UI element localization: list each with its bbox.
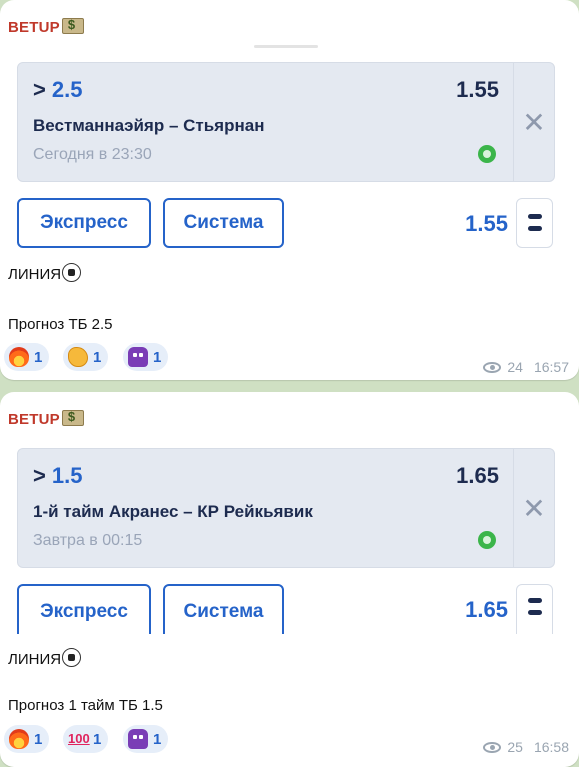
reaction-hundred[interactable]: 100 1 [63, 725, 109, 753]
selection-prefix: > [33, 463, 46, 488]
hundred-points-icon: 100 [68, 731, 90, 746]
bet-coefficient: 1.55 [456, 77, 499, 102]
forecast-text: Прогноз ТБ 2.5 [8, 316, 113, 333]
sender-label: BETUP [8, 19, 60, 36]
view-count: 24 [507, 359, 523, 375]
message-bubble: BETUP >1.5 1.65 1-й тайм Акранес – КР Ре… [0, 392, 579, 767]
selection-value: 2.5 [51, 77, 83, 102]
soccer-ball-icon [62, 648, 82, 667]
toggle-bar-icon [528, 610, 542, 615]
line-label: ЛИНИЯ [8, 648, 82, 668]
message-meta: 25 16:58 [483, 739, 569, 755]
reaction-count: 1 [93, 730, 102, 748]
reaction-invader[interactable]: 1 [123, 343, 169, 371]
sport-ball-icon [478, 145, 496, 163]
toggle-bar-icon [528, 214, 542, 219]
reaction-count: 1 [34, 348, 43, 366]
reaction-clap[interactable]: 1 [63, 343, 109, 371]
selection-prefix: > [33, 77, 46, 102]
forecast-text: Прогноз 1 тайм ТБ 1.5 [8, 697, 163, 714]
system-button[interactable]: Система [163, 198, 284, 248]
reaction-count: 1 [153, 348, 162, 366]
soccer-ball-icon [62, 263, 82, 282]
line-label: ЛИНИЯ [8, 263, 82, 283]
money-icon [61, 409, 84, 426]
close-icon: ✕ [522, 492, 546, 524]
views-eye-icon [483, 361, 502, 373]
bet-card[interactable]: >1.5 1.65 1-й тайм Акранес – КР Рейкьяви… [17, 448, 555, 568]
space-invader-icon [128, 729, 148, 749]
fire-icon [9, 347, 29, 367]
reaction-count: 1 [34, 730, 43, 748]
sender-name[interactable]: BETUP [8, 409, 84, 428]
remove-bet-button[interactable]: ✕ [513, 449, 554, 567]
bet-selection: >2.5 [33, 77, 82, 103]
message-bubble: BETUP >2.5 1.55 Вестманнаэйяр – Стьярнан… [0, 0, 579, 380]
remove-bet-button[interactable]: ✕ [513, 63, 554, 181]
line-text: ЛИНИЯ [8, 651, 62, 668]
sport-ball-icon [478, 531, 496, 549]
message-meta: 24 16:57 [483, 359, 569, 375]
bet-card[interactable]: >2.5 1.55 Вестманнаэйяр – Стьярнан Сегод… [17, 62, 555, 182]
express-button[interactable]: Экспресс [17, 198, 151, 248]
sender-name[interactable]: BETUP [8, 17, 84, 36]
settings-toggle-button[interactable] [516, 584, 553, 634]
clap-icon [68, 347, 88, 367]
event-time: Завтра в 00:15 [33, 532, 143, 549]
action-row: Экспресс Система 1.65 [0, 582, 579, 634]
total-coefficient: 1.55 [465, 211, 508, 236]
reaction-count: 1 [93, 348, 102, 366]
express-button[interactable]: Экспресс [17, 584, 151, 634]
reaction-fire[interactable]: 1 [4, 725, 50, 753]
event-name: Вестманнаэйяр – Стьярнан [33, 116, 265, 135]
message-time: 16:58 [533, 739, 569, 755]
reaction-fire[interactable]: 1 [4, 343, 50, 371]
views-eye-icon [483, 741, 502, 753]
view-count: 25 [507, 739, 523, 755]
settings-toggle-button[interactable] [516, 198, 553, 248]
sender-label: BETUP [8, 411, 60, 428]
toggle-bar-icon [528, 598, 542, 603]
close-icon: ✕ [522, 106, 546, 138]
toggle-bar-icon [528, 226, 542, 231]
bet-coefficient: 1.65 [456, 463, 499, 488]
fire-icon [9, 729, 29, 749]
line-text: ЛИНИЯ [8, 266, 62, 283]
bet-selection: >1.5 [33, 463, 82, 489]
system-button[interactable]: Система [163, 584, 284, 634]
event-time: Сегодня в 23:30 [33, 146, 152, 163]
message-time: 16:57 [533, 359, 569, 375]
selection-value: 1.5 [51, 463, 83, 488]
event-name: 1-й тайм Акранес – КР Рейкьявик [33, 502, 313, 521]
drag-handle [254, 45, 318, 48]
total-coefficient: 1.65 [465, 597, 508, 622]
reaction-count: 1 [153, 730, 162, 748]
space-invader-icon [128, 347, 148, 367]
reaction-invader[interactable]: 1 [123, 725, 169, 753]
money-icon [61, 17, 84, 34]
